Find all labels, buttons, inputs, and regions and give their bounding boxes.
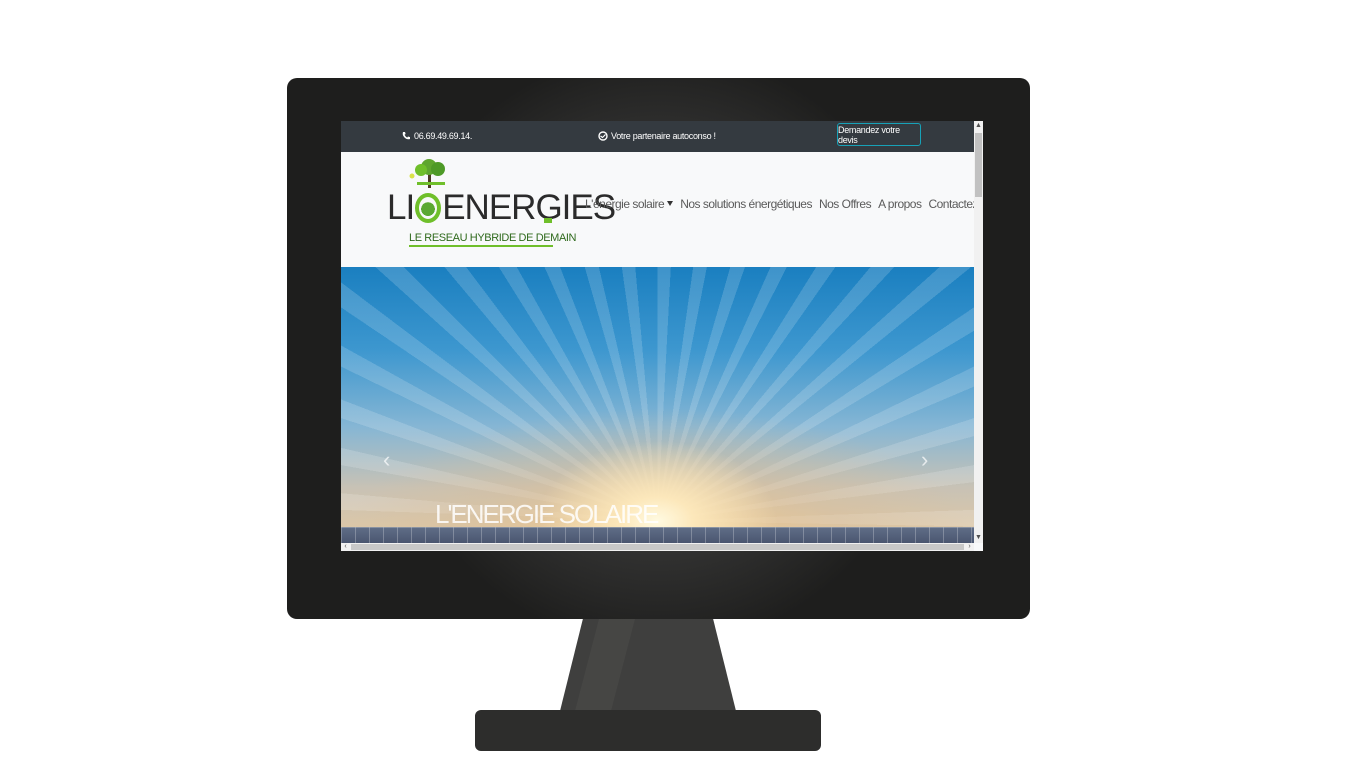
nav-item-a-propos[interactable]: A propos: [878, 197, 922, 211]
logo-underline: [409, 245, 553, 247]
monitor-stand-base: [475, 710, 821, 751]
scroll-right-icon[interactable]: ›: [965, 543, 974, 551]
scroll-up-icon[interactable]: ▲: [974, 121, 983, 131]
logo-wordmark: LI ENERGIES: [387, 188, 616, 227]
request-quote-button[interactable]: Demandez votre devis: [837, 123, 921, 146]
handshake-icon: [598, 131, 608, 141]
website-screen: 06.69.49.69.14. Votre partenaire autocon…: [341, 121, 983, 551]
nav-item-energie-solaire[interactable]: L'énergie solaire: [585, 197, 674, 211]
phone-number: 06.69.49.69.14.: [414, 131, 473, 141]
trees-icon: [409, 159, 445, 188]
tagline-text: Votre partenaire autoconso !: [611, 131, 716, 141]
main-nav: L'énergie solaire Nos solutions énergéti…: [585, 197, 983, 211]
hero-title: L'ENERGIE SOLAIRE: [435, 499, 659, 529]
horizontal-scrollbar[interactable]: ‹ ›: [341, 543, 974, 551]
scroll-down-icon[interactable]: ▼: [974, 533, 983, 543]
globe-icon: [415, 193, 442, 223]
hero-carousel: ‹ › L'ENERGIE SOLAIRE ✆: [341, 267, 974, 543]
chevron-left-icon[interactable]: ‹: [383, 447, 390, 473]
site-logo[interactable]: LI ENERGIES LE RESEAU HYBRIDE DE DEMAIN: [387, 158, 616, 248]
phone-icon: [402, 132, 410, 140]
plug-icon: [544, 218, 552, 223]
logo-subtitle: LE RESEAU HYBRIDE DE DEMAIN: [409, 232, 577, 244]
navbar: LI ENERGIES LE RESEAU HYBRIDE DE DEMAIN L…: [341, 152, 983, 267]
nav-item-solutions[interactable]: Nos solutions énergétiques: [680, 197, 812, 211]
scroll-thumb[interactable]: [975, 133, 982, 197]
scroll-left-icon[interactable]: ‹: [341, 543, 350, 551]
phone-contact[interactable]: 06.69.49.69.14.: [401, 131, 472, 141]
tagline: Votre partenaire autoconso !: [598, 131, 716, 141]
chevron-right-icon[interactable]: ›: [921, 447, 928, 473]
top-bar: 06.69.49.69.14. Votre partenaire autocon…: [341, 121, 974, 152]
nav-item-offres[interactable]: Nos Offres: [819, 197, 872, 211]
caret-down-icon: [667, 201, 674, 206]
vertical-scrollbar[interactable]: ▲ ▼: [974, 121, 983, 543]
hscroll-thumb[interactable]: [351, 544, 964, 550]
